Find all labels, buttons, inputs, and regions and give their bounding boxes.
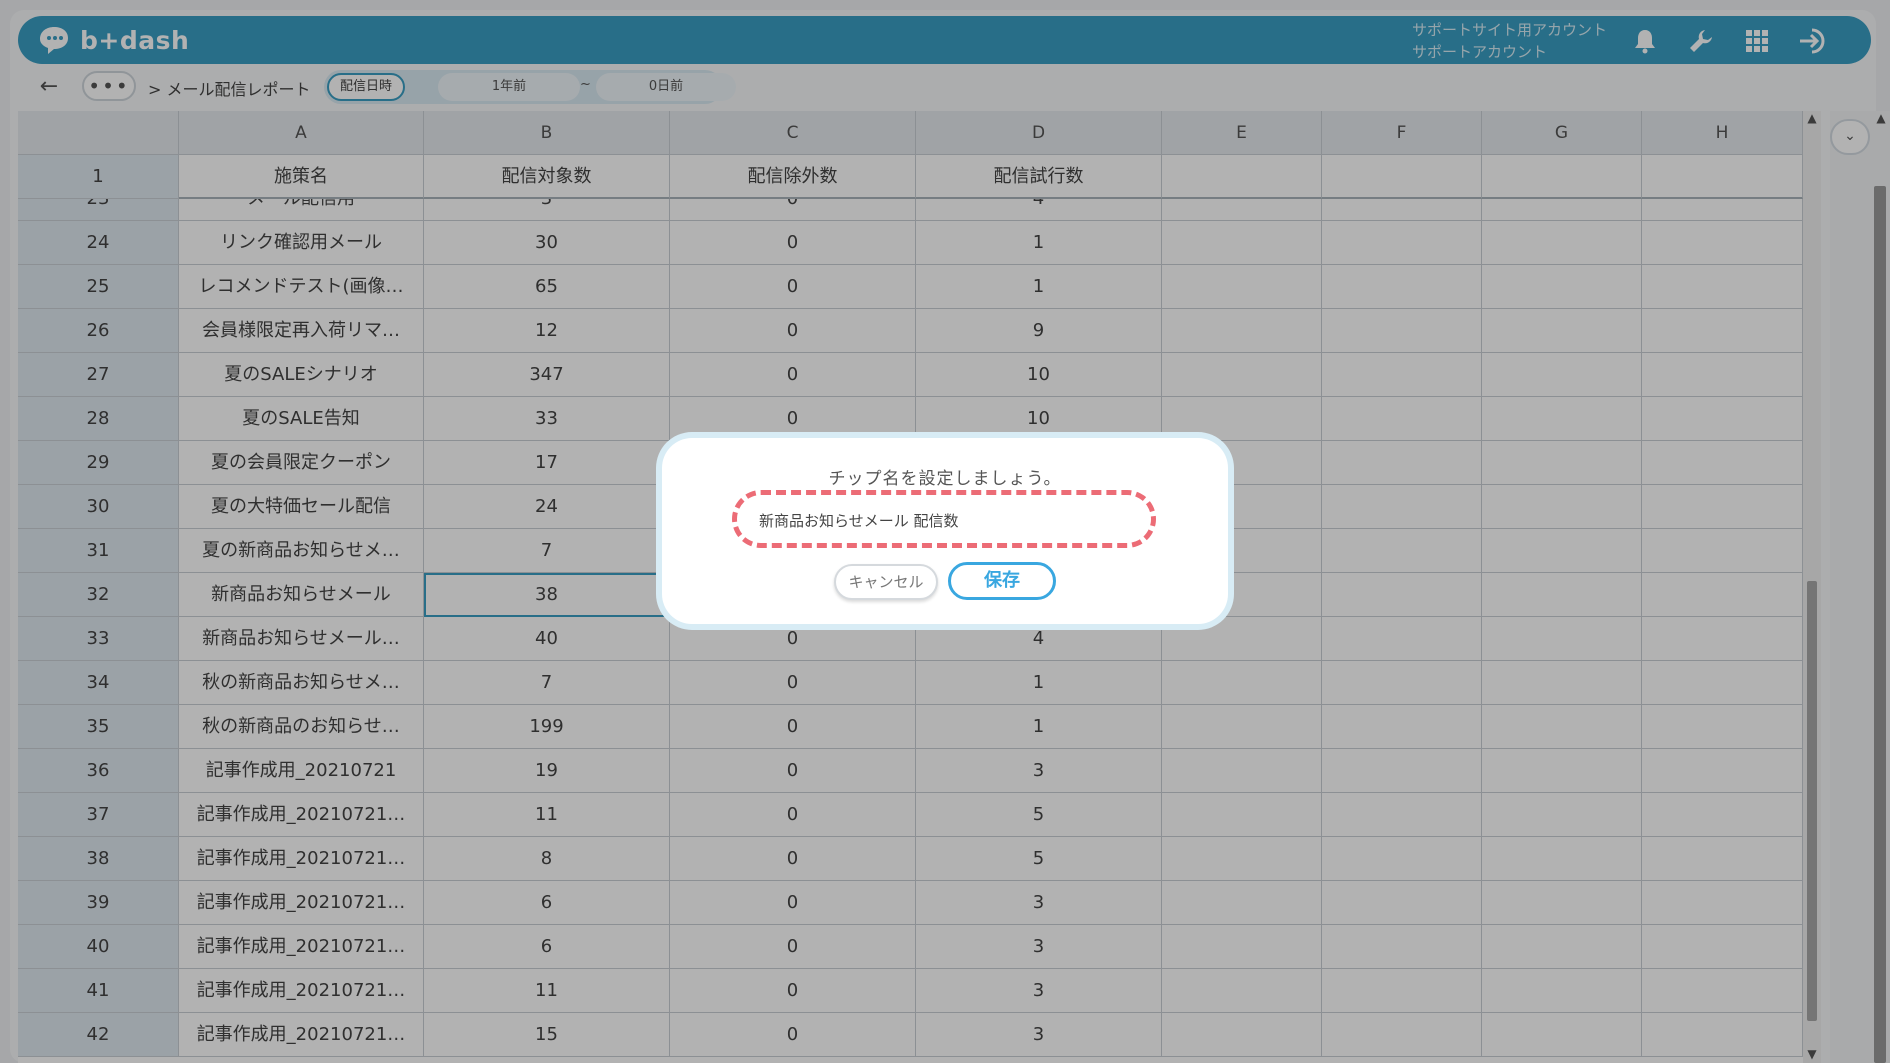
dialog-title: チップ名を設定しましょう。 xyxy=(828,469,1062,489)
chip-name-input[interactable] xyxy=(757,507,1141,533)
cancel-button[interactable]: キャンセル xyxy=(834,564,938,600)
chip-name-dialog: チップ名を設定しましょう。 キャンセル 保存 xyxy=(662,438,1228,624)
save-button[interactable]: 保存 xyxy=(948,562,1056,600)
chip-name-highlight xyxy=(732,490,1156,548)
